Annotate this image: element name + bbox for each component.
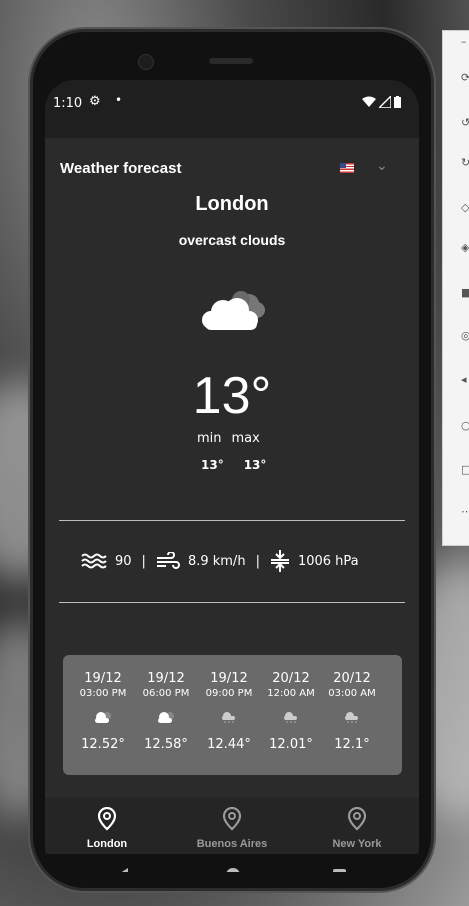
forecast-time: 03:00 AM (328, 688, 376, 699)
humidity-value: 90 (115, 553, 132, 569)
forecast-date: 19/12 (147, 671, 185, 686)
city-name: London (195, 193, 269, 215)
rotate-icon[interactable]: ⟳ (461, 71, 469, 84)
forecast-date: 20/12 (333, 671, 371, 686)
location-pin-icon (97, 806, 117, 831)
rain-cloud-icon (259, 709, 323, 725)
side-panel: – ⟳ ↺ ↻ ◇ ◈ ■ ◎ ◂ ○ □ ⋯ (442, 30, 469, 546)
humidity-icon (81, 553, 107, 569)
forecast-date: 20/12 (272, 671, 310, 686)
min-label: min (197, 431, 222, 446)
nav-label: Buenos Aires (196, 838, 268, 850)
square-icon[interactable]: □ (461, 463, 469, 476)
current-temperature: 13° (192, 367, 272, 425)
chevron-down-icon[interactable]: ⌄ (376, 158, 388, 174)
forecast-temp: 12.58° (144, 737, 188, 752)
forecast-time: 06:00 PM (142, 688, 190, 699)
forecast-item: 19/12 06:00 PM 12.58° (134, 671, 198, 752)
wifi-icon (362, 96, 376, 107)
max-label: max (231, 431, 260, 446)
max-value: 13° (243, 458, 267, 472)
location-pin-icon (347, 806, 367, 831)
home-icon[interactable] (226, 868, 240, 872)
nav-item-london[interactable]: London (47, 806, 167, 850)
forecast-time: 03:00 PM (79, 688, 127, 699)
forecast-date: 19/12 (84, 671, 122, 686)
camera-icon[interactable]: ■ (461, 286, 469, 299)
status-icons (362, 96, 401, 108)
forecast-item: 20/12 03:00 AM 12.1° (320, 671, 384, 752)
speaker-grille (209, 58, 253, 64)
nav-item-buenos-aires[interactable]: Buenos Aires (172, 806, 292, 850)
app-title: Weather forecast (60, 160, 182, 177)
forecast-card: 19/12 03:00 PM 12.52° 19/12 06:00 PM 12.… (63, 655, 402, 775)
status-bar: 1:10 ⚙ • (45, 80, 419, 138)
rain-cloud-icon (320, 709, 384, 725)
nav-label: London (86, 838, 128, 850)
system-nav-bar (45, 854, 419, 872)
forecast-time: 12:00 AM (267, 688, 315, 699)
forecast-temp: 12.01° (269, 737, 313, 752)
rain-cloud-icon (197, 709, 261, 725)
eye-icon[interactable]: ◎ (461, 329, 469, 342)
app-content: Weather forecast ⌄ London overcast cloud… (45, 138, 419, 798)
recents-icon[interactable] (333, 869, 346, 872)
status-time: 1:10 (53, 96, 83, 111)
forecast-temp: 12.52° (81, 737, 125, 752)
separator: | (141, 553, 146, 569)
rotate-icon[interactable]: ↻ (461, 156, 469, 169)
cloud-icon (71, 709, 135, 725)
forecast-date: 19/12 (210, 671, 248, 686)
phone-screen: 1:10 ⚙ • Weather forecast ⌄ London overc… (45, 80, 419, 872)
location-pin-icon (222, 806, 242, 831)
cloud-icon (134, 709, 198, 725)
us-flag-icon[interactable] (340, 163, 354, 173)
weather-description: overcast clouds (178, 232, 286, 248)
forecast-item: 19/12 09:00 PM 12.44° (197, 671, 261, 752)
pressure-icon (270, 550, 289, 572)
nav-item-new-york[interactable]: New York (297, 806, 417, 850)
forecast-item: 19/12 03:00 PM 12.52° (71, 671, 135, 752)
back-icon[interactable] (117, 868, 128, 872)
pressure-value: 1006 hPa (297, 553, 359, 569)
wind-icon (156, 552, 180, 569)
minmax-labels: min max (197, 431, 270, 446)
nav-label: New York (332, 838, 382, 850)
battery-icon (394, 96, 401, 108)
home-icon[interactable]: ○ (461, 419, 469, 432)
metrics-row: 90 | 8.9 km/h | 1006 hPa (81, 550, 401, 572)
signal-icon (379, 96, 391, 108)
notification-dot: • (115, 93, 123, 107)
wind-value: 8.9 km/h (187, 553, 246, 569)
forecast-time: 09:00 PM (205, 688, 253, 699)
tag-icon[interactable]: ◈ (461, 241, 469, 254)
forecast-temp: 12.1° (334, 737, 370, 752)
rotate-icon[interactable]: ↺ (461, 116, 469, 129)
phone-frame: 1:10 ⚙ • Weather forecast ⌄ London overc… (33, 32, 431, 888)
divider (59, 602, 405, 603)
erase-icon[interactable]: ◇ (461, 201, 469, 214)
divider (59, 520, 405, 521)
more-icon[interactable]: ⋯ (461, 505, 469, 518)
gear-icon: ⚙ (89, 94, 101, 109)
forecast-item: 20/12 12:00 AM 12.01° (259, 671, 323, 752)
separator: | (255, 553, 260, 569)
back-icon[interactable]: ◂ (461, 373, 469, 386)
minmax-values: 13° 13° (201, 458, 286, 472)
minus-icon[interactable]: – (461, 35, 469, 48)
forecast-temp: 12.44° (207, 737, 251, 752)
min-value: 13° (201, 458, 224, 472)
front-camera (138, 54, 154, 70)
cloud-icon (202, 291, 265, 330)
bottom-nav: London Buenos Aires New York (45, 798, 419, 855)
